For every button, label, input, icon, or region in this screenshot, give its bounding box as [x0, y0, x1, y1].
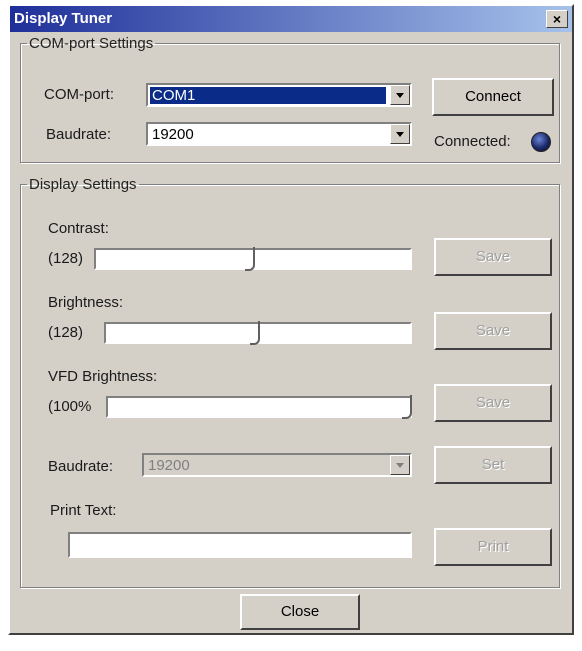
close-icon: × [552, 11, 562, 27]
connected-label: Connected: [434, 133, 511, 150]
set-button-label: Set [481, 456, 505, 473]
contrast-save-label: Save [475, 248, 511, 265]
close-window-button[interactable]: × [546, 10, 568, 28]
vfd-brightness-save-button[interactable]: Save [434, 384, 552, 422]
brightness-value: (128) [48, 324, 84, 341]
chevron-down-icon[interactable] [390, 455, 410, 475]
title-bar[interactable]: Display Tuner × [10, 6, 572, 32]
display-baudrate-value: 19200 [148, 457, 190, 474]
com-port-select[interactable]: COM1 [146, 83, 412, 107]
com-port-label: COM-port: [44, 86, 115, 103]
vfd-brightness-slider-thumb[interactable] [402, 395, 412, 419]
chevron-down-icon[interactable] [390, 124, 410, 144]
contrast-save-button[interactable]: Save [434, 238, 552, 276]
contrast-value: (128) [48, 250, 84, 267]
display-settings-legend: Display Settings [29, 176, 137, 193]
print-button-label: Print [477, 538, 509, 555]
vfd-brightness-label: VFD Brightness: [48, 368, 158, 385]
print-text-label: Print Text: [50, 502, 117, 519]
chevron-down-icon[interactable] [390, 85, 410, 105]
close-button[interactable]: Close [240, 594, 360, 630]
com-baudrate-label: Baudrate: [46, 126, 112, 143]
close-button-label: Close [280, 603, 320, 620]
display-baudrate-select[interactable]: 19200 [142, 453, 412, 477]
brightness-slider-thumb[interactable] [250, 321, 260, 345]
vfd-brightness-value: (100% [48, 398, 92, 415]
contrast-slider-thumb[interactable] [245, 247, 255, 271]
com-port-value: COM1 [150, 87, 386, 104]
contrast-slider[interactable] [94, 247, 412, 271]
display-tuner-window: Display Tuner × COM-port Settings COM-po… [8, 4, 574, 635]
print-text-input[interactable] [68, 532, 412, 558]
connect-button-label: Connect [465, 88, 521, 105]
com-port-settings-legend: COM-port Settings [29, 35, 154, 52]
display-baudrate-label: Baudrate: [48, 458, 114, 475]
set-baudrate-button[interactable]: Set [434, 446, 552, 484]
brightness-save-label: Save [475, 322, 511, 339]
com-baudrate-select[interactable]: 19200 [146, 122, 412, 146]
brightness-slider[interactable] [104, 321, 412, 345]
print-button[interactable]: Print [434, 528, 552, 566]
contrast-label: Contrast: [48, 220, 109, 237]
connect-button[interactable]: Connect [432, 78, 554, 116]
vfd-brightness-save-label: Save [475, 394, 511, 411]
window-title: Display Tuner [14, 10, 113, 27]
brightness-save-button[interactable]: Save [434, 312, 552, 350]
vfd-brightness-slider[interactable] [106, 395, 412, 419]
connection-status-icon [531, 132, 551, 152]
com-baudrate-value: 19200 [152, 126, 194, 143]
brightness-label: Brightness: [48, 294, 124, 311]
